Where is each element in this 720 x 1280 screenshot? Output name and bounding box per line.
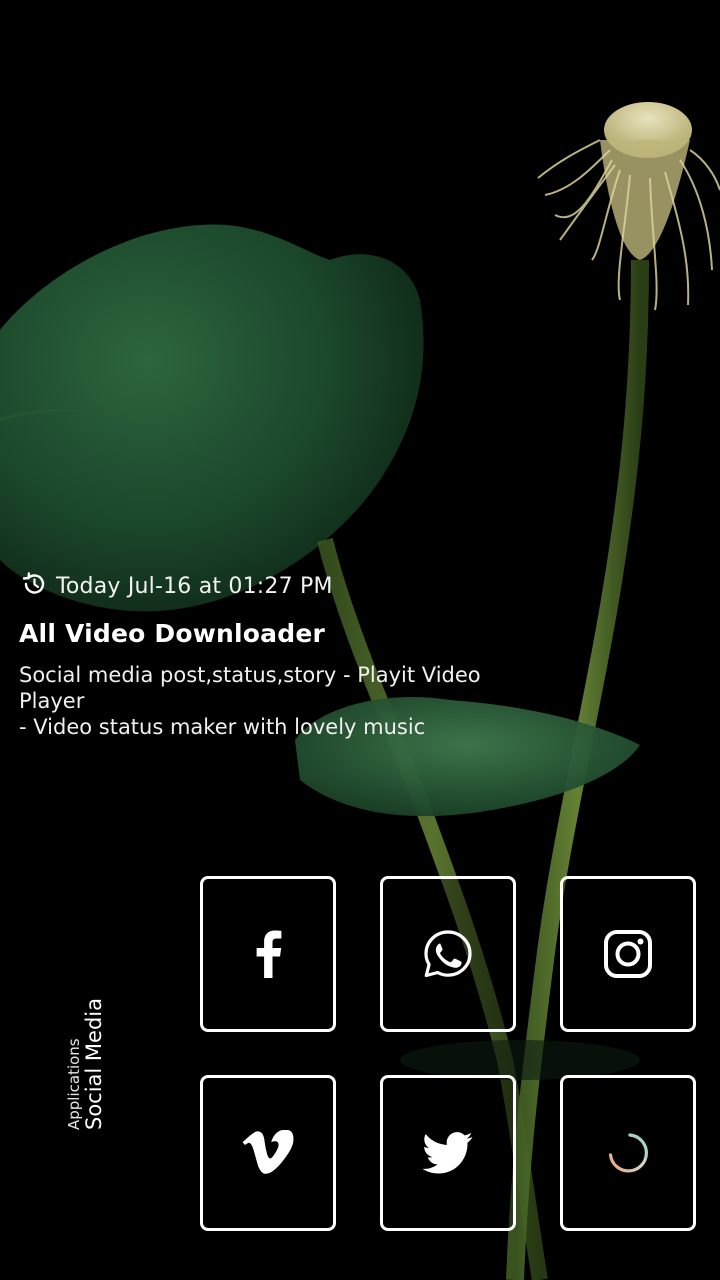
post-description: Social media post,status,story - Playit … <box>19 662 539 740</box>
instagram-icon <box>603 929 653 979</box>
description-line: Social media post,status,story - Playit … <box>19 663 481 687</box>
category-label: Applications Social Media <box>65 997 106 1130</box>
post-title: All Video Downloader <box>19 619 326 648</box>
twitter-icon <box>423 1132 473 1174</box>
facebook-icon <box>253 930 283 978</box>
vimeo-icon <box>242 1130 294 1176</box>
history-icon <box>20 570 48 602</box>
description-line: Player <box>19 689 85 713</box>
twitter-tile[interactable] <box>380 1075 516 1231</box>
loading-spinner-icon <box>603 1128 653 1178</box>
facebook-tile[interactable] <box>200 876 336 1032</box>
whatsapp-icon <box>423 929 473 979</box>
description-line: - Video status maker with lovely music <box>19 715 426 739</box>
vimeo-tile[interactable] <box>200 1075 336 1231</box>
category-label-small: Applications <box>65 1038 83 1130</box>
whatsapp-tile[interactable] <box>380 876 516 1032</box>
timestamp-text: Today Jul-16 at 01:27 PM <box>56 573 333 599</box>
screen: Today Jul-16 at 01:27 PM All Video Downl… <box>0 0 720 1280</box>
loading-tile[interactable] <box>560 1075 696 1231</box>
category-label-big: Social Media <box>81 997 106 1130</box>
instagram-tile[interactable] <box>560 876 696 1032</box>
timestamp-row: Today Jul-16 at 01:27 PM <box>20 570 333 602</box>
